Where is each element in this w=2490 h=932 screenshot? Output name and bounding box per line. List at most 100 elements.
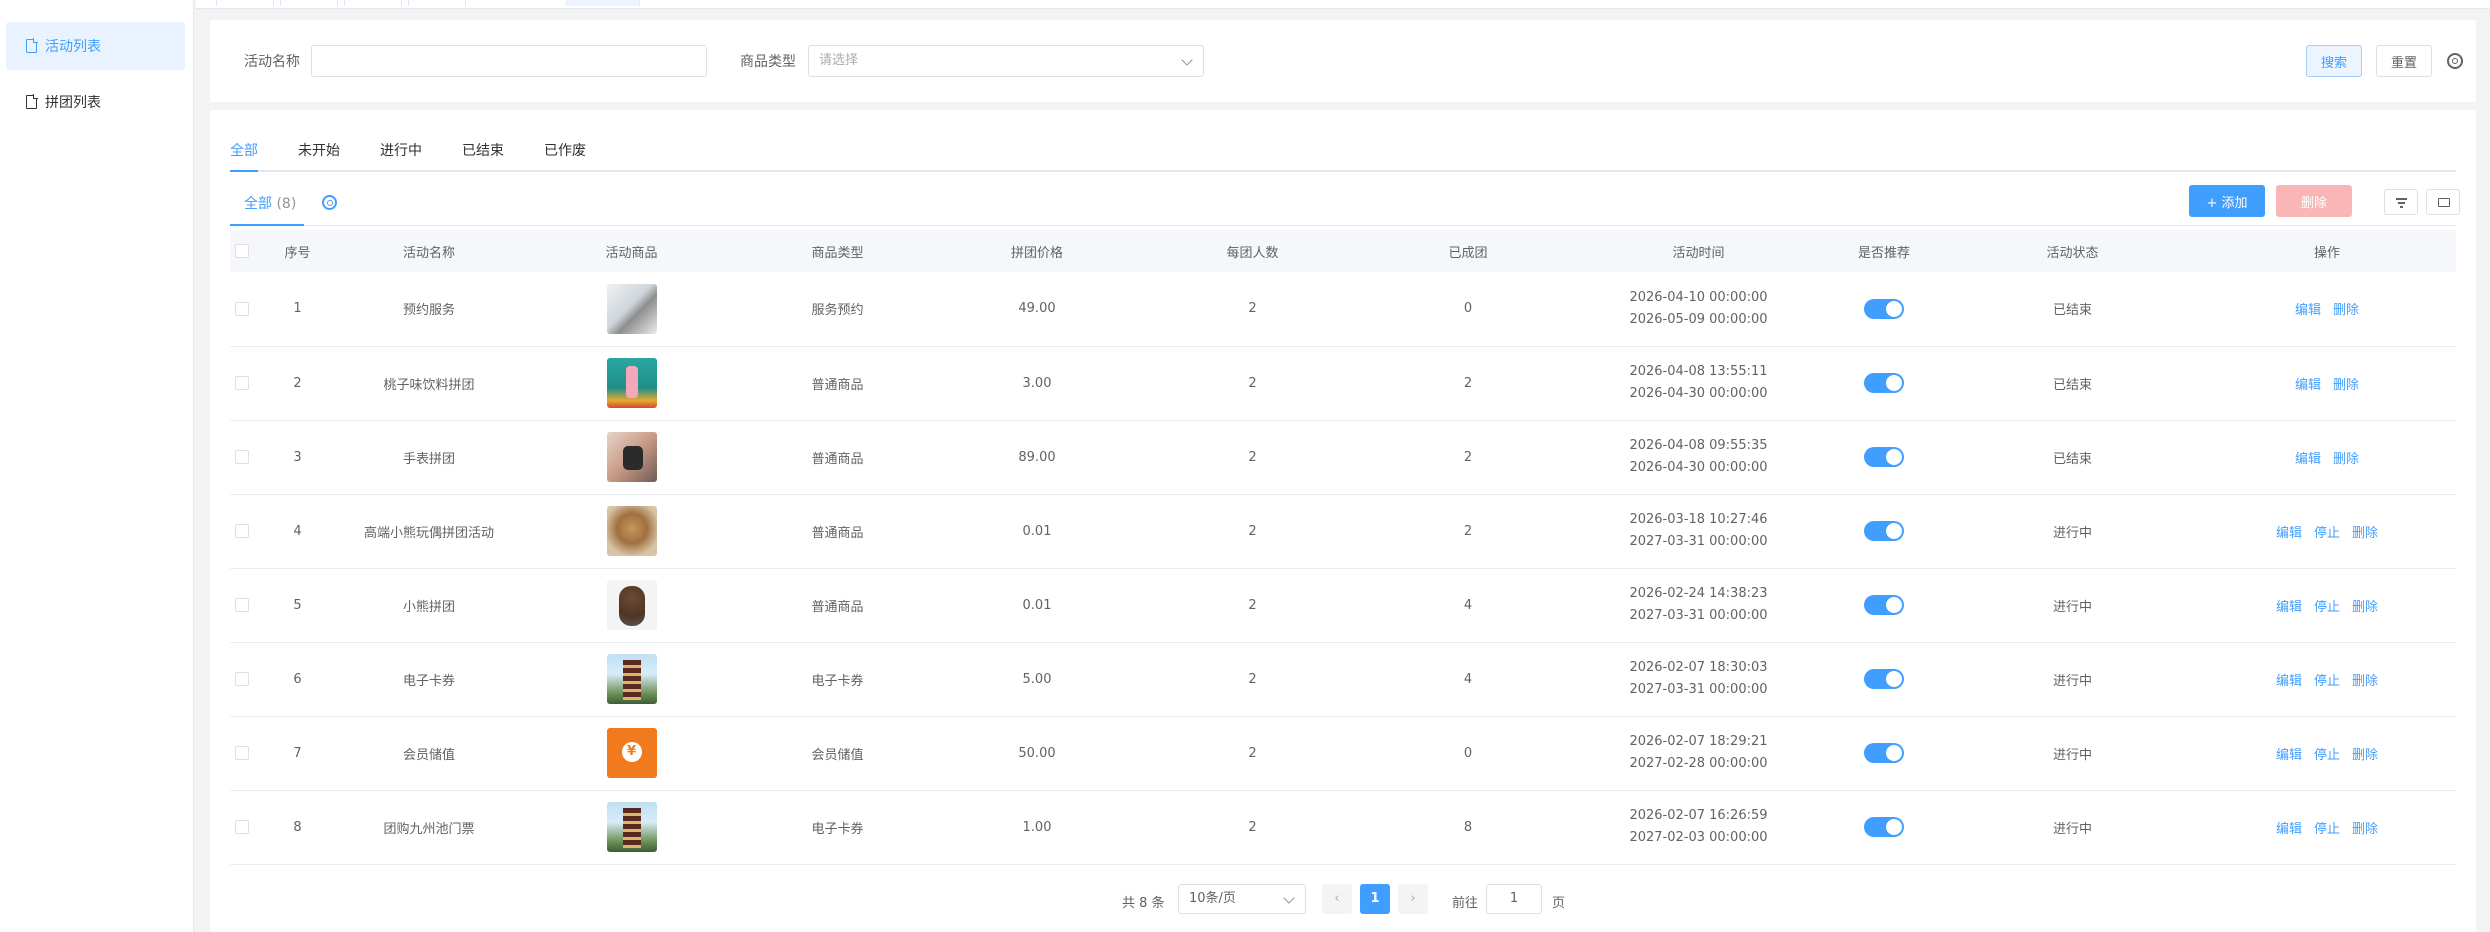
tab-voided[interactable]: 已作废 [544, 140, 586, 160]
document-icon [26, 94, 38, 109]
goto-page-input[interactable]: 1 [1486, 884, 1542, 914]
cell-type: 普通商品 [811, 451, 864, 467]
delete-link[interactable]: 删除 [2333, 378, 2359, 393]
start-time: 2026-03-18 10:27:46 [1629, 512, 1768, 527]
delete-link[interactable]: 删除 [2352, 748, 2378, 763]
tab-not-started[interactable]: 未开始 [298, 140, 340, 160]
recommend-toggle[interactable] [1864, 669, 1904, 689]
product-thumbnail[interactable] [606, 802, 657, 852]
activity-name-input[interactable] [311, 45, 707, 77]
table-row: 8 团购九州池门票 电子卡券 1.00 2 8 2026-02-07 16:26… [230, 790, 2456, 864]
cell-type: 电子卡券 [811, 821, 864, 837]
prev-page-button[interactable]: ‹ [1322, 884, 1352, 914]
page-size-select[interactable]: 10条/页 [1178, 884, 1306, 914]
column-header: 每团人数 [1226, 245, 1279, 261]
stop-link[interactable]: 停止 [2314, 674, 2340, 689]
row-checkbox[interactable] [235, 746, 249, 760]
edit-link[interactable]: 编辑 [2276, 526, 2302, 541]
add-button[interactable]: + 添加 [2189, 185, 2265, 217]
column-header: 操作 [2313, 245, 2340, 261]
cell-size: 2 [1248, 375, 1257, 391]
delete-link[interactable]: 删除 [2333, 303, 2359, 318]
recommend-toggle[interactable] [1864, 298, 1904, 319]
filter-icon [2396, 198, 2407, 200]
start-time: 2026-02-07 18:29:21 [1629, 734, 1768, 749]
column-header: 是否推荐 [1857, 245, 1910, 261]
edit-link[interactable]: 编辑 [2295, 303, 2321, 318]
stop-link[interactable]: 停止 [2314, 748, 2340, 763]
cell-name: 高端小熊玩偶拼团活动 [363, 525, 494, 541]
product-thumbnail[interactable] [606, 506, 657, 556]
row-checkbox[interactable] [235, 672, 249, 686]
search-button[interactable]: 搜索 [2306, 45, 2362, 77]
delete-link[interactable]: 删除 [2333, 452, 2359, 467]
edit-link[interactable]: 编辑 [2276, 600, 2302, 615]
row-checkbox[interactable] [235, 820, 249, 834]
top-tab-active[interactable] [566, 0, 640, 6]
sidebar-item-group-list[interactable]: 拼团列表 [6, 78, 185, 126]
next-page-button[interactable]: › [1398, 884, 1428, 914]
page-button-current[interactable]: 1 [1360, 884, 1390, 914]
table-row: 6 电子卡券 电子卡券 5.00 2 4 2026-02-07 18:30:03… [230, 642, 2456, 716]
cell-status: 已结束 [2052, 377, 2092, 393]
recommend-toggle[interactable] [1864, 743, 1904, 763]
delete-link[interactable]: 删除 [2352, 600, 2378, 615]
recommend-toggle[interactable] [1864, 373, 1904, 393]
tab-in-progress[interactable]: 进行中 [380, 140, 422, 160]
top-tab[interactable] [280, 0, 338, 6]
view-settings-gear-icon[interactable] [322, 195, 337, 210]
start-time: 2026-04-08 09:55:35 [1629, 438, 1768, 453]
edit-link[interactable]: 编辑 [2276, 674, 2302, 689]
edit-link[interactable]: 编辑 [2295, 452, 2321, 467]
row-checkbox[interactable] [235, 450, 249, 464]
product-thumbnail[interactable] [606, 432, 657, 482]
gear-icon[interactable] [2447, 53, 2463, 69]
cell-type: 普通商品 [811, 525, 864, 541]
top-tab[interactable] [216, 0, 274, 6]
cell-formed: 4 [1463, 597, 1473, 613]
delete-link[interactable]: 删除 [2352, 526, 2378, 541]
product-thumbnail[interactable] [606, 283, 657, 334]
sidebar: 活动列表 拼团列表 [0, 0, 194, 932]
stop-link[interactable]: 停止 [2314, 600, 2340, 615]
sidebar-item-activity-list[interactable]: 活动列表 [6, 22, 185, 70]
product-thumbnail[interactable] [606, 358, 657, 408]
product-thumbnail[interactable] [606, 654, 657, 704]
delete-link[interactable]: 删除 [2352, 674, 2378, 689]
row-checkbox[interactable] [235, 301, 249, 316]
cell-status: 已结束 [2052, 303, 2092, 319]
row-checkbox[interactable] [235, 524, 249, 538]
page-suffix-label: 页 [1552, 896, 1566, 911]
stop-link[interactable]: 停止 [2314, 526, 2340, 541]
edit-link[interactable]: 编辑 [2295, 378, 2321, 393]
product-thumbnail[interactable] [606, 728, 657, 778]
edit-link[interactable]: 编辑 [2276, 822, 2302, 837]
top-tab-strip [196, 0, 2490, 9]
select-all-checkbox[interactable] [235, 244, 249, 258]
column-header: 活动时间 [1672, 245, 1725, 261]
delete-button[interactable]: 删除 [2276, 185, 2352, 217]
view-tab-all[interactable]: 全部 (8) [244, 193, 296, 213]
row-checkbox[interactable] [235, 598, 249, 612]
product-type-select[interactable]: 请选择 [808, 45, 1204, 77]
pagination-total: 共 8 条 [1122, 896, 1165, 911]
cell-formed: 0 [1463, 745, 1473, 761]
recommend-toggle[interactable] [1864, 447, 1904, 467]
recommend-toggle[interactable] [1864, 521, 1904, 541]
product-thumbnail[interactable] [606, 580, 657, 630]
reset-button[interactable]: 重置 [2376, 45, 2432, 77]
column-filter-button[interactable] [2384, 189, 2418, 215]
stop-link[interactable]: 停止 [2314, 822, 2340, 837]
row-checkbox[interactable] [235, 376, 249, 390]
edit-link[interactable]: 编辑 [2276, 748, 2302, 763]
top-tab[interactable] [408, 0, 466, 6]
main-panel: 全部 未开始 进行中 已结束 已作废 全部 (8) + 添加 删除 序号 活动名… [210, 110, 2476, 932]
folder-button[interactable] [2426, 189, 2460, 215]
delete-link[interactable]: 删除 [2352, 822, 2378, 837]
recommend-toggle[interactable] [1864, 817, 1904, 837]
column-header: 活动状态 [2046, 245, 2099, 261]
tab-ended[interactable]: 已结束 [462, 140, 504, 160]
tab-all[interactable]: 全部 [230, 140, 258, 160]
top-tab[interactable] [344, 0, 402, 6]
recommend-toggle[interactable] [1864, 595, 1904, 615]
